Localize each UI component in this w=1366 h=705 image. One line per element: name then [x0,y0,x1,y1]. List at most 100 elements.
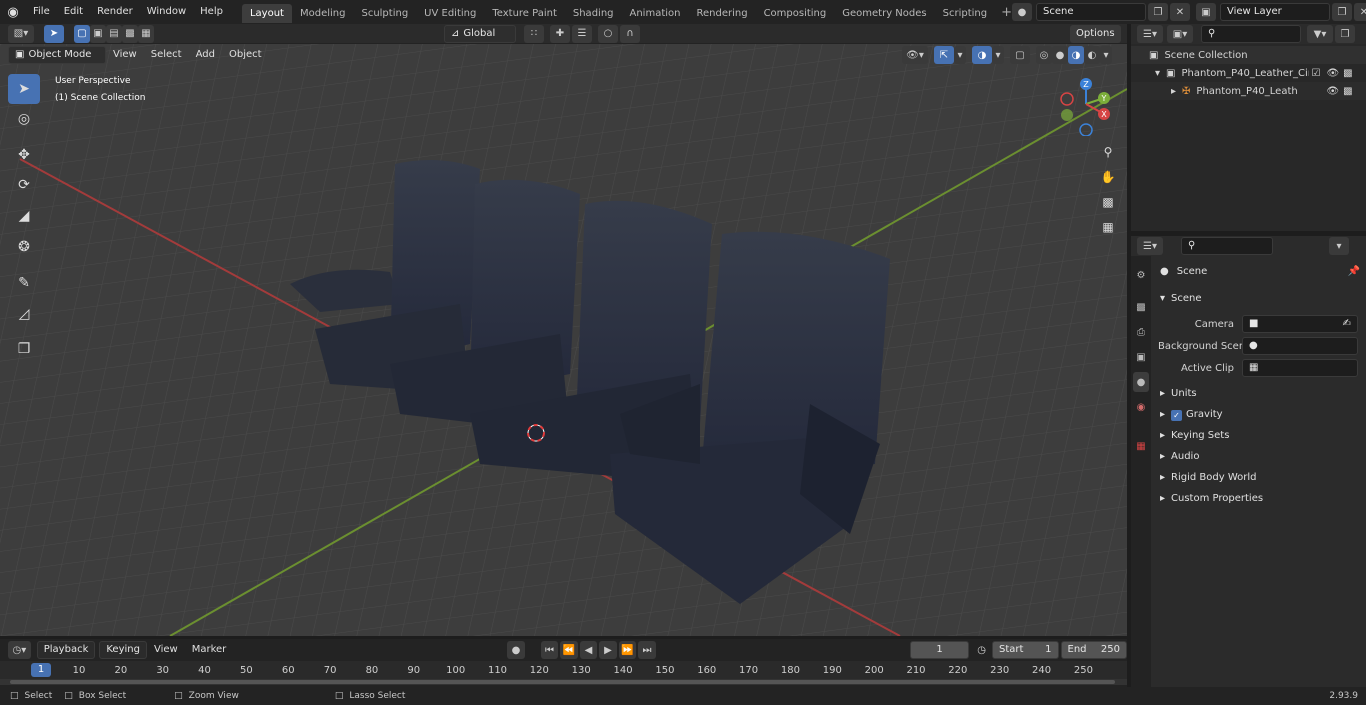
delete-scene-icon[interactable]: ✕ [1170,3,1190,21]
menu-edit[interactable]: Edit [57,0,90,24]
material-shading-icon[interactable]: ◑ [1068,46,1084,64]
overlay-toggle-icon[interactable]: ◑ [972,46,992,64]
play-icon[interactable]: ▶ [599,641,617,659]
end-frame-field[interactable]: End 250 [1060,641,1128,659]
new-view-layer-icon[interactable]: ❐ [1332,3,1352,21]
rotate-tool-icon[interactable]: ⟳ [8,170,40,200]
eyedropper-icon[interactable]: ✍ [1343,316,1351,332]
render-tab-icon[interactable]: ▩ [1133,297,1149,317]
3d-viewport[interactable] [0,44,1127,636]
menu-help[interactable]: Help [193,0,230,24]
wireframe-shading-icon[interactable]: ◎ [1036,46,1052,64]
scale-tool-icon[interactable]: ◢ [8,201,40,231]
background-scene-field[interactable]: ● [1242,337,1358,355]
timeline-menu-marker[interactable]: Marker [185,638,234,662]
gravity-checkbox-icon[interactable]: ✓ [1171,409,1183,421]
playhead-indicator[interactable]: 1 [31,663,51,677]
gizmo-dropdown-icon[interactable]: ▾ [954,46,966,64]
viewport-menu-add[interactable]: Add [189,43,222,67]
checkbox-icon[interactable]: ☑ [1311,68,1320,79]
filter-icon[interactable]: ▼▾ [1307,25,1333,43]
rendered-shading-icon[interactable]: ◐ [1084,46,1100,64]
outliner-row-root[interactable]: ▣ Scene Collection [1131,46,1366,64]
output-tab-icon[interactable]: ⎙ [1133,322,1149,342]
panel-rigid-body-world[interactable]: ▸ Rigid Body World [1160,468,1360,488]
tab-geometry-nodes[interactable]: Geometry Nodes [834,4,934,23]
pivot-point-icon[interactable]: ∷ [524,24,544,43]
pan-view-icon[interactable]: ✋ [1097,166,1119,188]
render-camera-icon[interactable]: ▩ [1343,86,1352,97]
timeline-menu-keying[interactable]: Keying [99,641,147,659]
select-subtract-icon[interactable]: ▤ [106,24,122,43]
move-tool-icon[interactable]: ✥ [8,140,40,170]
camera-view-icon[interactable]: ▩ [1097,191,1119,213]
outliner-editor-type-icon[interactable]: ☰▾ [1137,25,1163,43]
gizmo-toggle-icon[interactable]: ⇱ [934,46,954,64]
outliner-row-object[interactable]: ▸ ✠ Phantom_P40_Leather_C 👁 ▩ [1131,82,1366,100]
play-reverse-icon[interactable]: ◀ [579,641,598,659]
jump-keyframe-back-icon[interactable]: ⏪ [560,641,578,659]
menu-window[interactable]: Window [140,0,193,24]
outliner-search-input[interactable]: ⚲ [1201,25,1301,43]
new-collection-icon[interactable]: ❐ [1335,25,1355,43]
tab-shading[interactable]: Shading [565,4,622,23]
editor-type-icon[interactable]: ▧▾ [8,24,34,43]
panel-gravity[interactable]: ▸ ✓ Gravity [1160,405,1360,425]
scene-section-header[interactable]: ▾ Scene [1160,289,1360,309]
snap-target-icon[interactable]: ☰ [572,24,592,43]
select-box-tool-icon[interactable]: ➤ [8,74,40,104]
panel-keying-sets[interactable]: ▸ Keying Sets [1160,426,1360,446]
start-frame-field[interactable]: Start 1 [992,641,1059,659]
outliner-display-mode-icon[interactable]: ▣▾ [1167,25,1193,43]
jump-keyframe-forward-icon[interactable]: ⏩ [618,641,637,659]
panel-audio[interactable]: ▸ Audio [1160,447,1360,467]
outliner-row-collection[interactable]: ▾ ▣ Phantom_P40_Leather_Cinen ☑ 👁 ▩ [1131,64,1366,82]
select-tool-icon[interactable]: ➤ [44,24,64,43]
viewport-menu-view[interactable]: View [106,43,144,67]
record-icon[interactable]: ● [507,641,525,659]
blender-logo-icon[interactable]: ◉ [0,5,26,20]
zoom-view-icon[interactable]: ⚲ [1097,141,1119,163]
select-extend-icon[interactable]: ▣ [90,24,106,43]
visibility-icon[interactable]: 👁▾ [902,46,928,64]
jump-end-icon[interactable]: ⏭ [638,641,656,659]
panel-units[interactable]: ▸ Units [1160,384,1360,404]
preview-range-icon[interactable]: ◷ [977,645,986,656]
view-layer-tab-icon[interactable]: ▣ [1133,347,1149,367]
expand-down-icon[interactable]: ▾ [1155,68,1160,79]
viewport-menu-object[interactable]: Object [222,43,269,67]
perspective-toggle-icon[interactable]: ▦ [1097,216,1119,238]
proportional-edit-icon[interactable]: ○ [598,24,618,43]
world-tab-icon[interactable]: ◉ [1133,397,1149,417]
scene-field[interactable]: Scene [1036,3,1146,21]
tab-modeling[interactable]: Modeling [292,4,354,23]
tab-scripting[interactable]: Scripting [935,4,995,23]
eye-icon[interactable]: 👁 [1326,86,1339,97]
properties-search-input[interactable]: ⚲ [1181,237,1273,255]
scene-browse-icon[interactable]: ● [1012,3,1032,21]
tab-compositing[interactable]: Compositing [756,4,835,23]
options-button[interactable]: Options [1070,25,1121,43]
snap-toggle-icon[interactable]: ✚ [550,24,570,43]
mode-dropdown[interactable]: ▣ Object Mode [8,46,106,64]
render-camera-icon[interactable]: ▩ [1343,68,1352,79]
proportional-falloff-icon[interactable]: ∩ [620,24,640,43]
cursor-tool-icon[interactable]: ◎ [8,104,40,134]
navigation-gizmo[interactable]: Z Y X [1056,74,1114,136]
timeline-scrollbar[interactable] [0,679,1127,685]
active-clip-field[interactable]: ▦ [1242,359,1358,377]
solid-shading-icon[interactable]: ● [1052,46,1068,64]
transform-tool-icon[interactable]: ❂ [8,232,40,262]
expand-right-icon[interactable]: ▸ [1171,86,1176,97]
menu-file[interactable]: File [26,0,57,24]
menu-render[interactable]: Render [90,0,140,24]
tab-animation[interactable]: Animation [622,4,689,23]
texture-tab-icon[interactable]: ▦ [1133,436,1149,456]
jump-start-icon[interactable]: ⏮ [540,641,559,659]
tab-sculpting[interactable]: Sculpting [353,4,416,23]
new-scene-icon[interactable]: ❐ [1148,3,1168,21]
tab-texture-paint[interactable]: Texture Paint [484,4,565,23]
shading-dropdown-icon[interactable]: ▾ [1100,46,1112,64]
select-new-icon[interactable]: ▢ [74,24,90,43]
select-invert-icon[interactable]: ▩ [122,24,138,43]
